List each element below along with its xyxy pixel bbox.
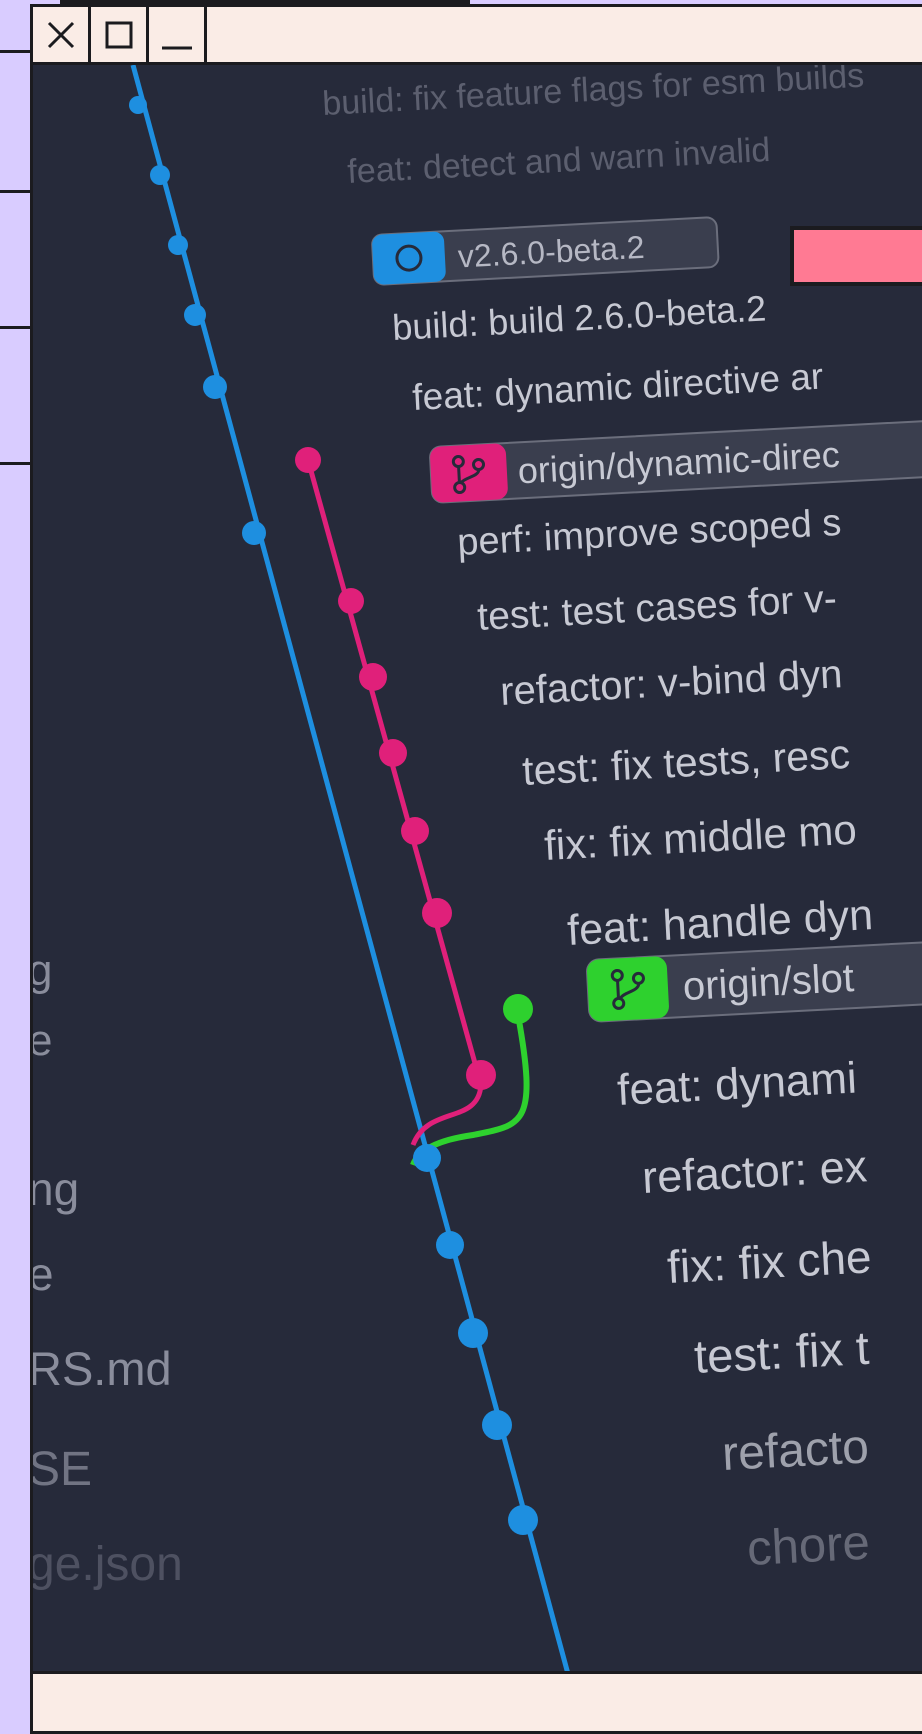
commit-dot	[129, 96, 147, 114]
window-footer	[33, 1674, 922, 1731]
commit-dot	[379, 739, 407, 767]
left-rule	[0, 462, 32, 465]
commit-dot	[184, 304, 206, 326]
commit-dot	[413, 1144, 441, 1172]
file-name: e	[33, 1016, 52, 1065]
app-window: build: fix feature flags for esm builds …	[30, 4, 922, 1734]
file-name: e	[33, 1248, 54, 1300]
branch-label: origin/slot	[682, 956, 855, 1009]
commit-dot	[422, 898, 452, 928]
minimize-button[interactable]	[149, 7, 207, 62]
commit-dot	[338, 588, 364, 614]
left-rule	[0, 326, 32, 329]
commit-dot	[359, 663, 387, 691]
commit-dot	[458, 1318, 488, 1348]
file-name: RS.md	[33, 1342, 172, 1395]
left-rule	[0, 50, 32, 53]
file-name: g	[33, 946, 52, 995]
title-bar	[33, 7, 922, 65]
close-button[interactable]	[33, 7, 91, 62]
commit-message: fix: fix che	[666, 1230, 873, 1293]
commit-dot	[508, 1505, 538, 1535]
accent-tab	[790, 226, 922, 286]
commit-dot	[242, 521, 266, 545]
commit-dot	[150, 165, 170, 185]
close-icon	[47, 21, 74, 48]
minimize-icon	[161, 46, 192, 49]
file-name: ng	[33, 1163, 79, 1215]
git-graph-photo: build: fix feature flags for esm builds …	[33, 65, 922, 1674]
commit-dot	[401, 817, 429, 845]
left-rule	[0, 190, 32, 193]
commit-dot	[436, 1231, 464, 1259]
commit-dot	[203, 375, 227, 399]
file-name: ge.json	[33, 1538, 183, 1591]
commit-dot	[295, 447, 321, 473]
maximize-icon	[105, 21, 132, 48]
file-name: SE	[33, 1443, 92, 1496]
commit-message: test: fix t	[693, 1321, 871, 1383]
green-commit-dot	[503, 994, 533, 1024]
commit-message: chore	[746, 1516, 871, 1576]
maximize-button[interactable]	[91, 7, 149, 62]
commit-dot	[168, 235, 188, 255]
commit-dot	[482, 1410, 512, 1440]
commit-message: refacto	[721, 1420, 870, 1481]
commit-dot	[466, 1060, 496, 1090]
